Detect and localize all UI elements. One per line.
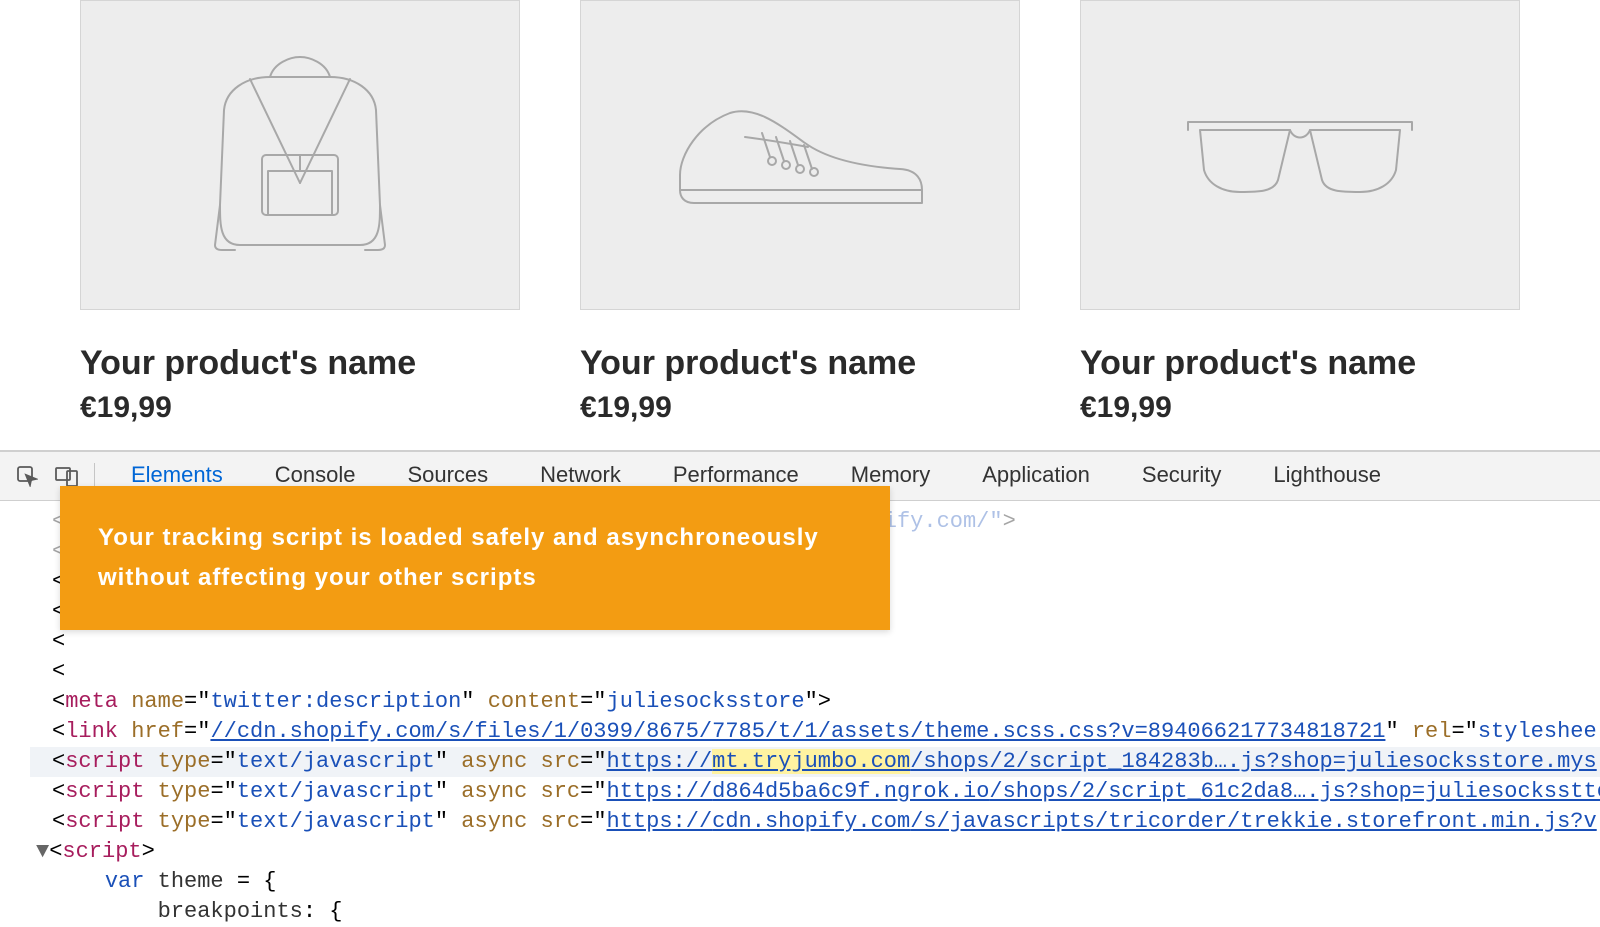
tab-lighthouse[interactable]: Lighthouse	[1247, 452, 1407, 501]
tab-application[interactable]: Application	[956, 452, 1116, 501]
backpack-icon	[190, 55, 410, 255]
glasses-icon	[1180, 110, 1420, 200]
annotation-callout: Your tracking script is loaded safely an…	[60, 486, 890, 630]
product-price: €19,99	[80, 391, 520, 425]
product-price: €19,99	[1080, 391, 1520, 425]
tab-security[interactable]: Security	[1116, 452, 1247, 501]
product-price: €19,99	[580, 391, 1020, 425]
product-card[interactable]: Your product's name €19,99	[1080, 0, 1520, 425]
product-image-placeholder	[80, 0, 520, 310]
product-image-placeholder	[580, 0, 1020, 310]
product-image-placeholder	[1080, 0, 1520, 310]
product-grid: Your product's name €19,99 Your product'…	[0, 0, 1600, 425]
product-name: Your product's name	[80, 344, 520, 383]
inspect-element-icon[interactable]	[10, 459, 44, 493]
product-name: Your product's name	[580, 344, 1020, 383]
product-card[interactable]: Your product's name €19,99	[80, 0, 520, 425]
product-card[interactable]: Your product's name €19,99	[580, 0, 1020, 425]
product-name: Your product's name	[1080, 344, 1520, 383]
sneaker-icon	[670, 85, 930, 225]
